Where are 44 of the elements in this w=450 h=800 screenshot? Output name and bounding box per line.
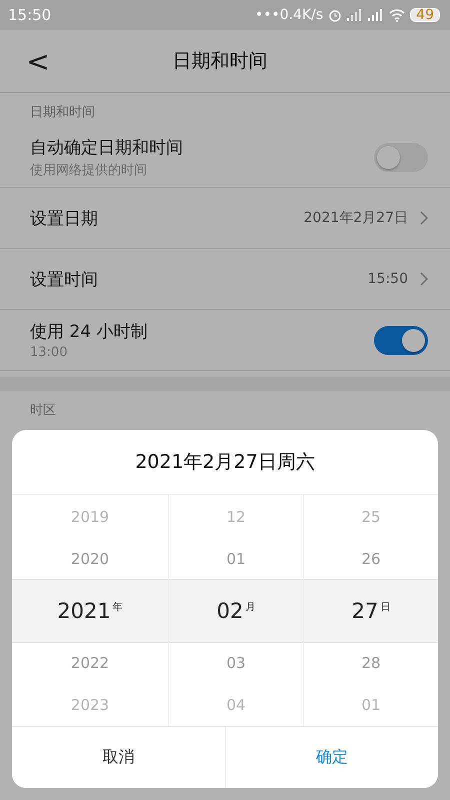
signal-icon (347, 9, 364, 21)
back-button[interactable]: < (16, 44, 60, 78)
picker-item[interactable]: 25 (304, 496, 438, 538)
picker-item[interactable]: 02$^{月}$ (169, 580, 303, 642)
chevron-icon (420, 211, 428, 225)
toggle-switch[interactable] (374, 326, 428, 354)
row-title: 自动确定日期和时间 (30, 136, 184, 158)
picker-item[interactable]: 12 (169, 496, 303, 538)
row-title: 设置日期 (30, 208, 99, 230)
chevron-icon (420, 272, 428, 286)
row-subtitle: 使用网络提供的时间 (30, 162, 148, 178)
row-subtitle: 13:00 (30, 345, 68, 360)
page-title: 日期和时间 (172, 49, 268, 74)
row-title: 使用 24 小时制 (30, 321, 148, 343)
picker-item[interactable]: 2020 (12, 538, 168, 580)
picker-item[interactable]: 01 (169, 538, 303, 580)
section-label: 日期和时间 (29, 104, 96, 122)
settings-row[interactable]: 自动确定日期和时间 使用网络提供的时间 (0, 127, 450, 188)
picker-item[interactable]: 27$^{日}$ (304, 580, 438, 642)
row-value: 15:50 (368, 271, 408, 287)
picker-item[interactable]: 2021$^{年}$ (12, 580, 168, 642)
picker-item[interactable]: 28 (304, 642, 438, 684)
picker-item[interactable]: 26 (304, 538, 438, 580)
battery-indicator: 49 (410, 8, 440, 22)
settings-row[interactable]: 使用 24 小时制 13:00 (0, 310, 450, 371)
network-speed: •••0.4K/s (254, 7, 324, 23)
picker-item[interactable]: 2019 (12, 496, 168, 538)
picker-item[interactable]: 2023 (12, 684, 168, 726)
dialog-title: 2021年2月27日周六 (12, 430, 438, 495)
row-value: 2021年2月27日 (304, 209, 408, 227)
alarm-icon (328, 8, 342, 22)
row-title: 设置时间 (30, 268, 99, 290)
picker-item[interactable]: 03 (169, 642, 303, 684)
signal-icon (368, 9, 384, 21)
picker-item[interactable]: 04 (169, 684, 303, 726)
wifi-icon (389, 8, 406, 22)
cancel-button[interactable]: 取消 (12, 727, 226, 788)
picker-item[interactable]: 01 (304, 684, 438, 726)
settings-row[interactable]: 设置时间 15:50 (0, 249, 450, 310)
picker-item[interactable]: 2022 (12, 642, 168, 684)
section-label: 时区 (29, 402, 57, 420)
status-time: 15:50 (8, 6, 52, 24)
toggle-switch[interactable] (374, 142, 428, 172)
settings-row[interactable]: 设置日期 2021年2月27日 (0, 188, 450, 249)
